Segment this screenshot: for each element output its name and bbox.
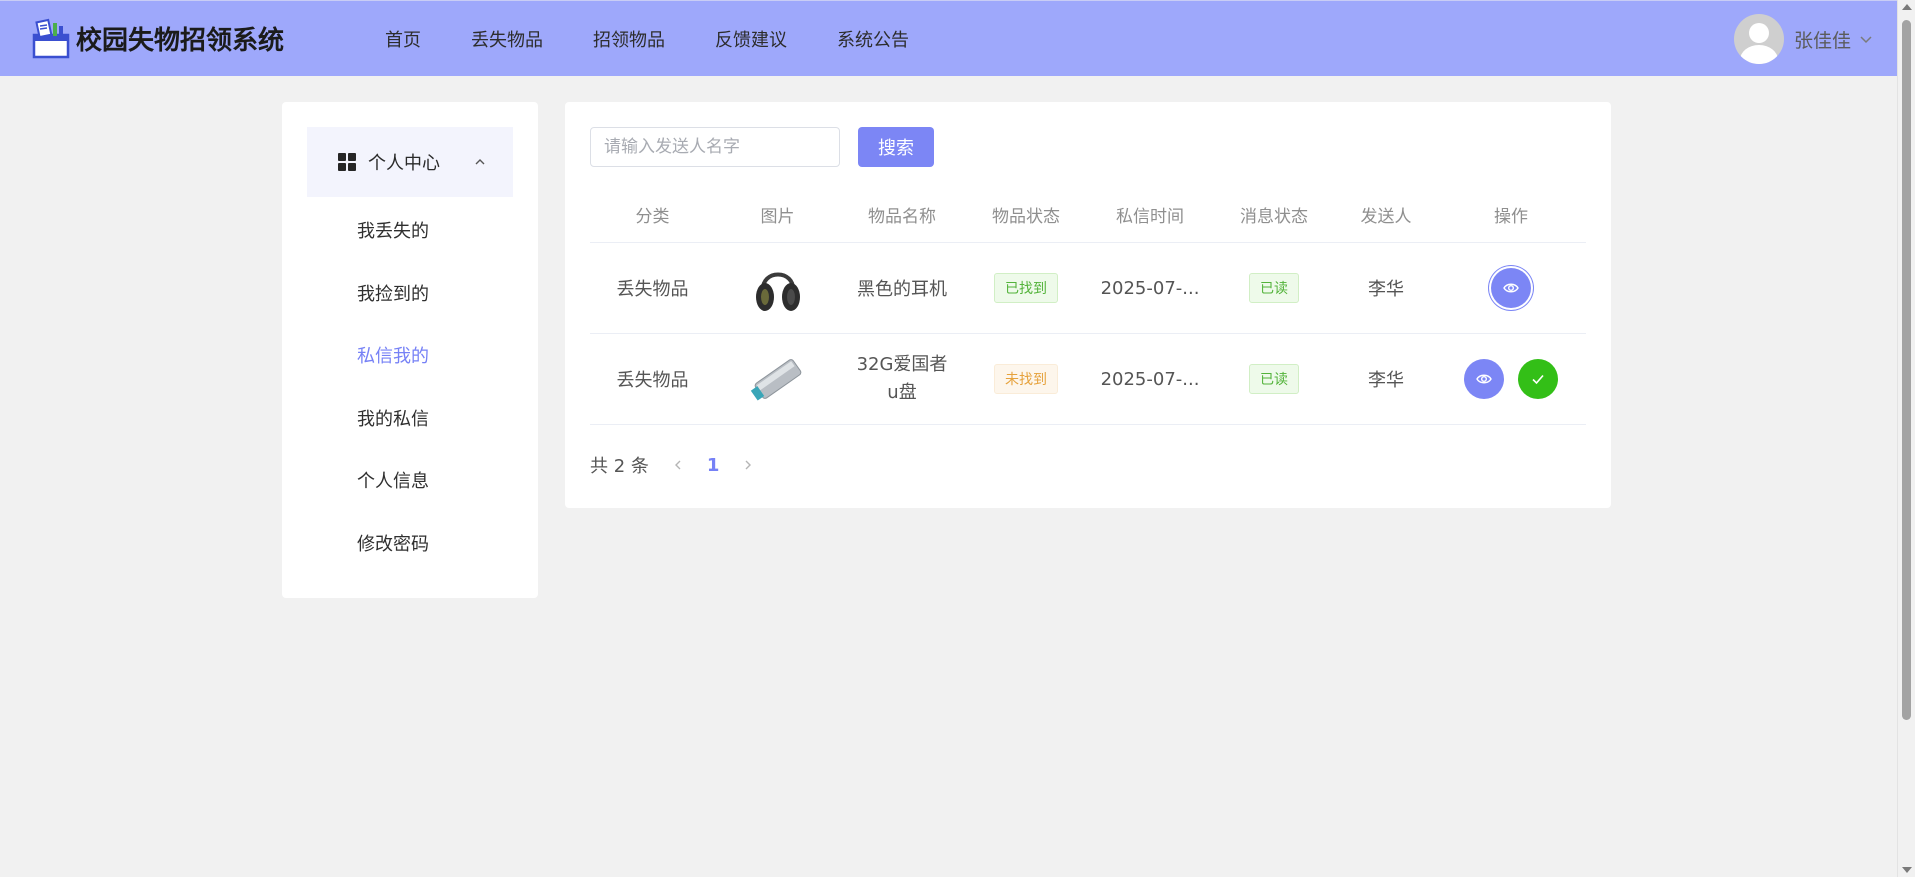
col-item-name: 物品名称 [868, 207, 936, 227]
nav-feedback[interactable]: 反馈建议 [715, 26, 787, 52]
cell-item-name: 32G爱国者u盘 [856, 354, 948, 403]
total-count: 共 2 条 [590, 456, 649, 477]
site-logo[interactable]: 校园失物招领系统 [32, 17, 284, 59]
view-button[interactable] [1491, 268, 1531, 308]
cell-image [715, 350, 840, 408]
scroll-up-icon[interactable] [1902, 4, 1912, 10]
cell-image [715, 261, 840, 315]
cell-item-status: 未找到 [964, 364, 1088, 394]
chevron-right-icon[interactable] [741, 458, 755, 472]
chevron-down-icon[interactable] [1859, 32, 1873, 46]
eye-icon [1503, 283, 1519, 293]
col-sender: 发送人 [1360, 207, 1412, 227]
eye-icon [1476, 374, 1492, 384]
read-badge: 已读 [1249, 273, 1299, 303]
nav-announcements[interactable]: 系统公告 [837, 26, 909, 52]
nav-found-items[interactable]: 招领物品 [593, 26, 665, 52]
sidebar-item-messages-to-me[interactable]: 私信我的 [357, 342, 429, 368]
cell-actions [1436, 359, 1586, 399]
status-badge: 未找到 [994, 364, 1058, 394]
page-scrollbar[interactable] [1897, 0, 1915, 877]
nav-lost-items[interactable]: 丢失物品 [471, 26, 543, 52]
sidebar: 个人中心 我丢失的 我捡到的 私信我的 我的私信 个人信息 修改密码 [282, 102, 538, 598]
table-header: 分类 图片 物品名称 物品状态 私信时间 消息状态 发送人 操作 [590, 187, 1586, 243]
sender-search-input[interactable] [590, 127, 840, 167]
col-message-time: 私信时间 [1116, 207, 1184, 227]
col-image: 图片 [760, 207, 795, 227]
grid-icon [338, 153, 356, 171]
cell-message-time: 2025-07-... [1100, 277, 1200, 299]
sidebar-item-my-found[interactable]: 我捡到的 [357, 280, 429, 306]
chevron-up-icon [475, 159, 485, 165]
sidebar-item-my-messages[interactable]: 我的私信 [357, 405, 429, 431]
table-row: 丢失物品 32G爱国者u盘 未找到 2025-07-... 已读 李华 [590, 334, 1586, 425]
cell-category: 丢失物品 [616, 370, 689, 391]
usb-drive-image[interactable] [747, 350, 809, 408]
headphones-image[interactable] [753, 261, 803, 315]
page-number[interactable]: 1 [707, 455, 720, 476]
cell-sender: 李华 [1368, 370, 1404, 391]
scroll-thumb[interactable] [1902, 20, 1911, 720]
sidebar-item-change-password[interactable]: 修改密码 [357, 530, 429, 556]
cell-sender: 李华 [1368, 279, 1404, 300]
cell-message-time: 2025-07-... [1100, 368, 1200, 390]
cell-category: 丢失物品 [616, 279, 689, 300]
col-message-status: 消息状态 [1240, 207, 1308, 227]
search-button[interactable]: 搜索 [858, 127, 934, 167]
pagination: 共 2 条 1 [590, 452, 777, 478]
col-category: 分类 [635, 207, 670, 227]
cell-actions [1436, 268, 1586, 308]
messages-card: 搜索 分类 图片 物品名称 物品状态 私信时间 消息状态 发送人 操作 丢失物品 [565, 102, 1611, 508]
scroll-down-icon[interactable] [1902, 867, 1912, 873]
avatar[interactable] [1733, 14, 1784, 64]
user-menu[interactable]: 张佳佳 [1733, 14, 1873, 64]
cell-message-status: 已读 [1212, 364, 1336, 394]
sidebar-item-profile[interactable]: 个人信息 [357, 467, 429, 493]
confirm-button[interactable] [1518, 359, 1558, 399]
lost-found-box-icon [32, 18, 70, 59]
cell-message-status: 已读 [1212, 273, 1336, 303]
check-icon [1532, 374, 1544, 385]
logo-text: 校园失物招领系统 [76, 25, 285, 56]
cell-item-name: 黑色的耳机 [857, 279, 947, 300]
col-actions: 操作 [1494, 207, 1528, 227]
top-header: 校园失物招领系统 首页 丢失物品 招领物品 反馈建议 系统公告 张佳佳 [0, 0, 1897, 76]
view-button[interactable] [1464, 359, 1504, 399]
main-nav: 首页 丢失物品 招领物品 反馈建议 系统公告 [385, 1, 959, 77]
sidebar-item-my-lost[interactable]: 我丢失的 [357, 217, 429, 243]
status-badge: 已找到 [994, 273, 1058, 303]
sidebar-group-personal-center[interactable]: 个人中心 [307, 127, 513, 197]
col-item-status: 物品状态 [992, 207, 1060, 227]
messages-table: 分类 图片 物品名称 物品状态 私信时间 消息状态 发送人 操作 丢失物品 黑色… [590, 187, 1586, 425]
sidebar-group-label: 个人中心 [368, 153, 440, 174]
read-badge: 已读 [1249, 364, 1299, 394]
chevron-left-icon[interactable] [671, 458, 685, 472]
user-name[interactable]: 张佳佳 [1794, 26, 1851, 53]
cell-item-status: 已找到 [964, 273, 1088, 303]
nav-home[interactable]: 首页 [385, 26, 421, 52]
table-row: 丢失物品 黑色的耳机 已找到 2025-07-... 已读 李华 [590, 243, 1586, 334]
